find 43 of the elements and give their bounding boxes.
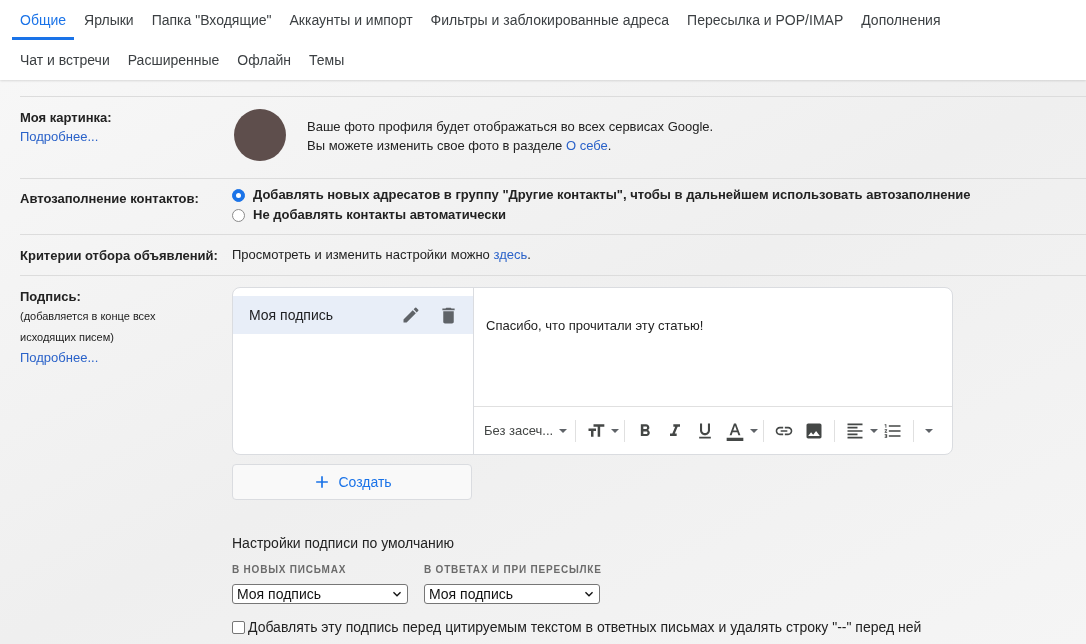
select-label: В ОТВЕТАХ И ПРИ ПЕРЕСЫЛКЕ: [424, 563, 602, 577]
settings-tab[interactable]: Офлайн: [229, 40, 299, 80]
setting-label: Критерии отбора объявлений:: [20, 248, 218, 263]
radio-button[interactable]: [232, 188, 245, 202]
settings-tab[interactable]: Пересылка и POP/IMAP: [679, 0, 852, 40]
setting-label: Подпись:: [20, 289, 81, 305]
signature-select[interactable]: Моя подпись: [424, 584, 600, 604]
settings-tab[interactable]: Расширенные: [119, 40, 228, 80]
caret-icon[interactable]: [870, 428, 879, 433]
settings-tab[interactable]: Чат и встречи: [12, 40, 118, 80]
setting-label: Автозаполнение контактов:: [20, 191, 199, 206]
setting-label: Моя картинка:: [20, 109, 112, 127]
caret-icon[interactable]: [611, 428, 620, 433]
settings-tab[interactable]: Ярлыки: [76, 0, 142, 40]
settings-tab[interactable]: Дополнения: [853, 0, 949, 40]
section-title: Настройки подписи по умолчанию: [232, 534, 455, 552]
about-me-link[interactable]: О себе: [565, 138, 608, 153]
settings-tab[interactable]: Папка "Входящие": [143, 0, 280, 40]
caret-icon: [559, 428, 568, 433]
font-dropdown[interactable]: Без засеч...: [477, 420, 571, 441]
checkbox-label: Добавлять эту подпись перед цитируемым текстом в ответных письмах и удалять строку "--" перед ней: [248, 618, 922, 637]
radio-label: Добавлять новых адресатов в группу "Другие контакты", чтобы в дальнейшем использовать автозаполнение: [253, 186, 971, 205]
signature-select[interactable]: Моя подпись: [232, 584, 408, 604]
learn-more-link[interactable]: Подробнее...: [20, 127, 99, 147]
ads-description: Просмотреть и изменить настройки можно здесь.: [232, 246, 531, 265]
create-button[interactable]: Создать: [232, 464, 472, 500]
pencil-icon[interactable]: [401, 305, 421, 325]
settings-tab[interactable]: Общие: [12, 0, 75, 40]
settings-tab[interactable]: Аккаунты и импорт: [281, 0, 421, 40]
settings-tab[interactable]: Фильтры и заблокированные адреса: [422, 0, 678, 40]
signature-editor[interactable]: Спасибо, что прочитали эту статью!: [474, 288, 952, 406]
avatar-placeholder: [234, 109, 286, 161]
radio-label: Не добавлять контакты автоматически: [253, 206, 506, 225]
learn-more-link[interactable]: Подробнее...: [20, 348, 99, 368]
signature-item[interactable]: Моя подпись: [233, 296, 473, 334]
signature-note: (добавляется в конце всех исходящих писем): [20, 309, 157, 345]
checkbox[interactable]: [232, 621, 245, 634]
settings-tab[interactable]: Темы: [300, 40, 353, 80]
radio-button[interactable]: [232, 208, 245, 222]
photo-description: Ваше фото профиля будет отображаться во всех сервисах Google. Вы можете изменить свое фото в разделе О себе.: [307, 118, 714, 155]
caret-icon[interactable]: [750, 428, 759, 433]
select-label: В НОВЫХ ПИСЬМАХ: [232, 563, 347, 577]
caret-icon[interactable]: [925, 428, 934, 433]
